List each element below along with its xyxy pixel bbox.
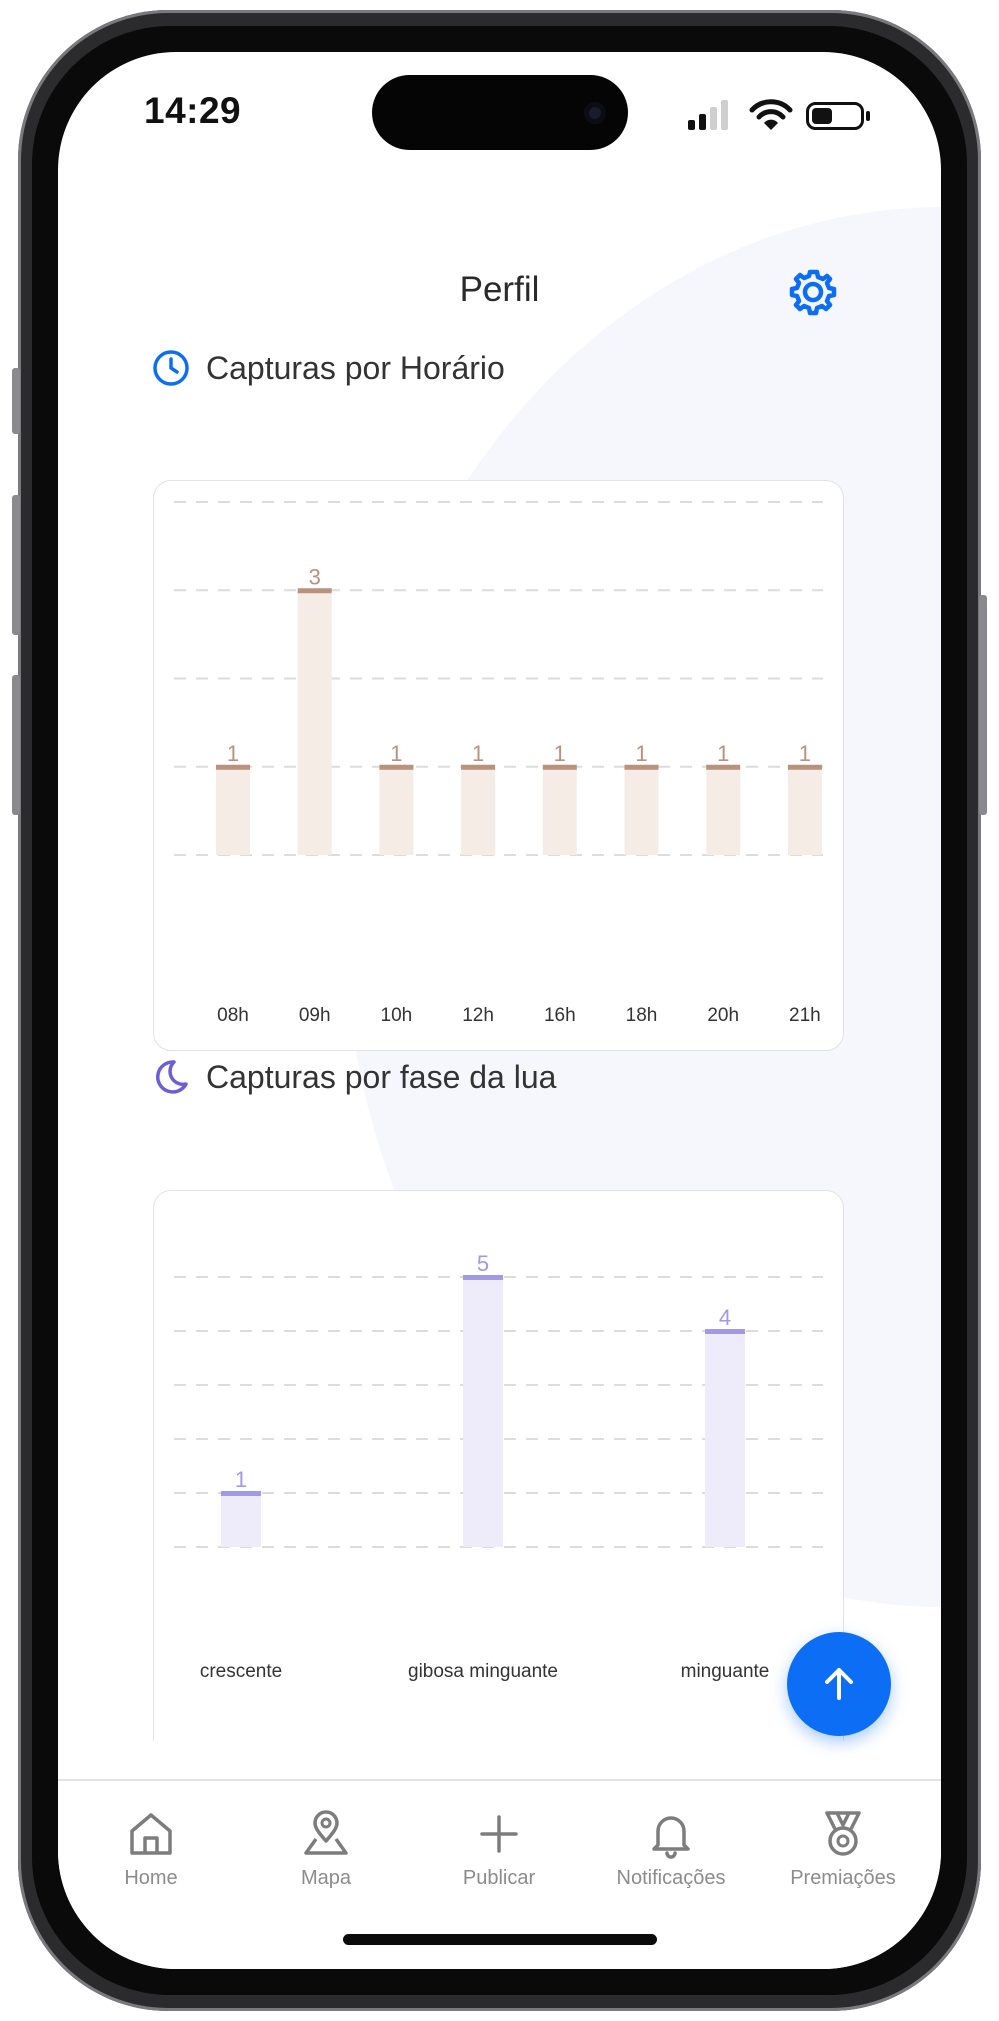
category-label: minguante [681,1661,770,1682]
category-label: 18h [626,1005,658,1026]
data-label: 1 [635,741,647,766]
screen: 14:29 Perfil Capturas por Horário 1 08h … [58,52,941,1969]
bar [216,766,250,855]
medal-icon [825,1811,861,1856]
hours-chart: 1 08h 3 09h 1 10h 1 12h 1 16h 1 18h 1 20h 1 21h [174,501,823,1026]
bar [542,766,577,855]
bar [706,766,741,855]
moon-chart: 1 crescente 5 gibosa minguante 4 minguante [174,1251,823,1682]
bar [787,766,822,855]
bar [624,766,659,855]
data-label: 1 [717,741,729,766]
nav-label-awards: Premiações [790,1867,896,1889]
side-button-action [12,368,20,434]
bell-icon [652,1816,690,1859]
clock-icon [153,350,189,386]
nav-label-home: Home [124,1867,178,1889]
nav-item-map[interactable]: Mapa [246,1809,406,1890]
category-label: 10h [381,1005,413,1026]
camera-icon [584,102,606,124]
data-label: 5 [477,1251,489,1276]
home-icon [130,1813,172,1855]
signal-icon [688,100,728,130]
battery-icon [806,102,870,130]
arrow-up-icon [825,1668,853,1700]
bar [461,766,496,855]
gear-icon[interactable] [788,267,838,317]
data-label: 1 [235,1467,247,1492]
home-indicator [343,1934,657,1945]
nav-item-awards[interactable]: Premiações [763,1809,923,1890]
plus-icon [480,1815,518,1853]
category-label: 09h [299,1005,331,1026]
map-pin-icon [304,1810,348,1855]
hours-chart-card: 1 08h 3 09h 1 10h 1 12h 1 16h 1 18h 1 20h 1 21h [153,480,844,1051]
category-label: gibosa minguante [408,1661,558,1682]
bar [297,590,332,855]
side-button-volume-up [12,495,20,635]
scroll-top-button[interactable] [787,1632,891,1736]
category-label: crescente [200,1661,282,1682]
status-icons [688,99,870,130]
nav-item-publish[interactable]: Publicar [419,1809,579,1890]
moon-chart-card: 1 crescente 5 gibosa minguante 4 minguante [153,1190,844,1741]
data-label: 4 [719,1305,731,1330]
data-label: 1 [227,741,239,766]
nav-item-notifications[interactable]: Notificações [591,1809,751,1890]
bar [221,1493,261,1547]
bar [463,1277,503,1547]
nav-label-notifications: Notificações [616,1867,726,1889]
data-label: 1 [390,741,402,766]
data-label: 1 [799,741,811,766]
data-label: 1 [472,741,484,766]
category-label: 20h [707,1005,739,1026]
section-hours-title: Capturas por Horário [206,349,505,386]
side-button-volume-down [12,675,20,815]
data-label: 1 [554,741,566,766]
side-button-power [979,595,987,815]
status-time: 14:29 [144,90,242,131]
category-label: 12h [462,1005,494,1026]
nav-label-map: Mapa [300,1867,352,1889]
section-moon-title: Capturas por fase da lua [206,1058,557,1095]
section-hours-header: Capturas por Horário [152,346,505,390]
data-label: 3 [309,564,321,589]
bar [705,1331,745,1547]
bar [379,766,414,855]
nav-item-home[interactable]: Home [71,1809,231,1890]
moon-icon [156,1060,188,1094]
category-label: 08h [217,1005,249,1026]
category-label: 16h [544,1005,576,1026]
section-moon-header: Capturas por fase da lua [152,1055,556,1099]
category-label: 21h [789,1005,821,1026]
wifi-icon [749,99,793,130]
nav-label-publish: Publicar [462,1867,536,1889]
